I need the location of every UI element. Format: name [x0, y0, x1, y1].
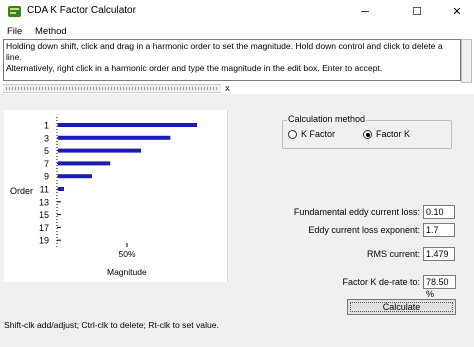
instructions-scrollbar[interactable]: [461, 39, 472, 83]
radio-selected-dot: [365, 132, 370, 137]
radio-factor-k[interactable]: [363, 130, 372, 139]
calculate-button[interactable]: Calculate: [347, 299, 456, 315]
window-title: CDA K Factor Calculator: [27, 5, 136, 16]
rms-current-label: RMS current:: [366, 249, 420, 259]
harmonic-chart[interactable]: 13579111315171950%: [4, 110, 228, 282]
order-tick-label: 5: [44, 146, 49, 156]
order-tick-label: 3: [44, 133, 49, 143]
order-tick-label: 1: [44, 121, 49, 131]
harmonic-bar: [58, 161, 111, 166]
app-icon: [8, 6, 21, 17]
close-pane-icon[interactable]: x: [223, 83, 232, 93]
order-tick-label: 9: [44, 172, 49, 182]
menu-file[interactable]: File: [7, 26, 22, 37]
maximize-icon: ☐: [412, 6, 422, 18]
status-text: Shift-clk add/adjust; Ctrl-clk to delete…: [4, 320, 219, 330]
instructions-line-2: Alternatively, right click in a harmonic…: [6, 63, 383, 73]
order-tick-label: 15: [39, 210, 49, 220]
order-tick-label: 19: [39, 236, 49, 246]
order-tick-label: 11: [40, 185, 49, 195]
close-icon: ✕: [452, 6, 462, 18]
harmonic-bar: [58, 187, 64, 191]
instructions-line-1: Holding down shift, click and drag in a …: [6, 41, 443, 62]
harmonic-bar: [58, 174, 92, 179]
focus-rect: [350, 302, 453, 312]
harmonic-bar: [58, 135, 171, 140]
eddy-exponent-label: Eddy current loss exponent:: [308, 225, 420, 235]
fundamental-eddy-label: Fundamental eddy current loss:: [293, 207, 420, 217]
minimize-button[interactable]: ─: [348, 0, 382, 23]
calc-method-legend: Calculation method: [287, 114, 367, 124]
status-bar: [0, 330, 474, 347]
close-button[interactable]: ✕: [440, 0, 474, 23]
rms-current-input[interactable]: 1.479: [423, 247, 455, 261]
splitter-grip: [6, 87, 218, 90]
derate-output: 78.50 %: [423, 275, 456, 299]
x-axis-label: Magnitude: [107, 267, 147, 277]
order-tick-label: 17: [39, 223, 49, 233]
menu-method[interactable]: Method: [35, 26, 67, 37]
order-tick-label: 13: [39, 197, 49, 207]
maximize-button[interactable]: ☐: [400, 0, 434, 23]
fundamental-eddy-input[interactable]: 0.10: [423, 205, 455, 219]
harmonic-bar: [58, 123, 197, 127]
instructions-textbox[interactable]: Holding down shift, click and drag in a …: [3, 39, 461, 81]
radio-k-factor[interactable]: [288, 130, 297, 139]
radio-factor-k-label[interactable]: Factor K: [376, 129, 410, 139]
y-axis-label: Order: [10, 186, 34, 196]
x-tick-label: 50%: [118, 249, 135, 259]
eddy-exponent-input[interactable]: 1.7: [423, 223, 455, 237]
menu-bar: [0, 23, 474, 38]
derate-label: Factor K de-rate to:: [342, 277, 420, 287]
radio-k-factor-label[interactable]: K Factor: [301, 129, 335, 139]
minimize-icon: ─: [361, 5, 369, 18]
order-tick-label: 7: [44, 159, 49, 169]
harmonic-bar: [58, 148, 141, 153]
